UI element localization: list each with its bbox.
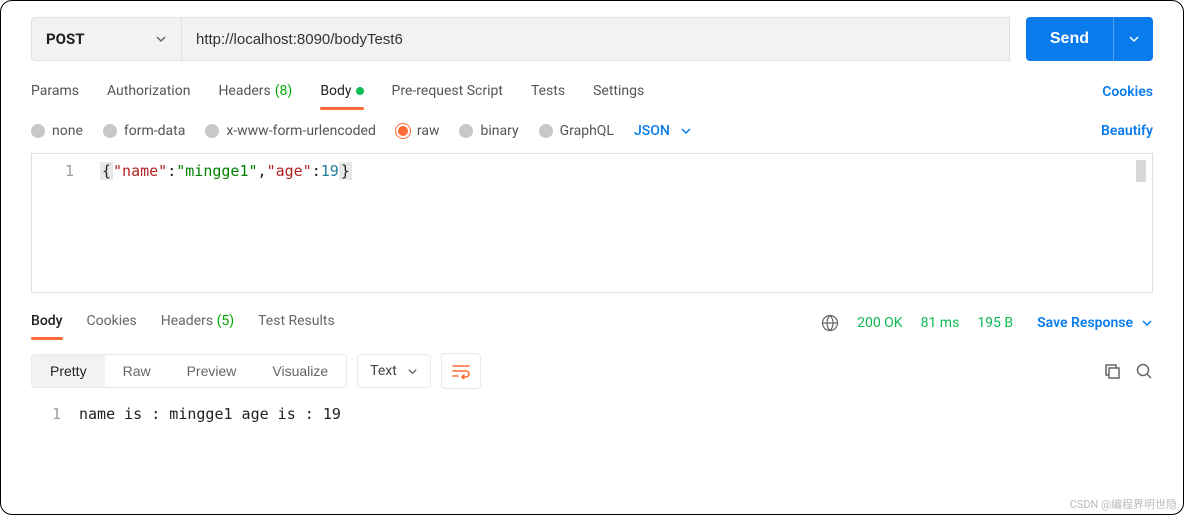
body-type-raw[interactable]: raw [396,123,440,139]
response-headers-count: (5) [217,313,235,329]
response-body-text: name is : mingge1 age is : 19 [79,405,341,423]
response-status: 200 OK [857,315,903,331]
response-view-mode: Pretty Raw Preview Visualize [31,354,347,388]
view-raw[interactable]: Raw [105,355,169,387]
response-time: 81 ms [921,315,960,331]
http-method-select[interactable]: POST [31,17,181,61]
body-type-none[interactable]: none [31,123,83,139]
body-type-binary[interactable]: binary [459,123,518,139]
response-format-select[interactable]: Text [357,354,431,388]
body-format-select[interactable]: JSON [634,123,692,139]
save-response-button[interactable]: Save Response [1037,315,1153,331]
radio-icon [459,124,473,138]
tab-headers[interactable]: Headers (8) [218,75,292,109]
response-tab-body[interactable]: Body [31,307,63,339]
view-preview[interactable]: Preview [169,355,255,387]
request-body-editor[interactable]: 1 {"name":"mingge1","age":19} [31,153,1153,293]
radio-icon [539,124,553,138]
editor-code-line: {"name":"mingge1","age":19} [92,154,360,292]
beautify-button[interactable]: Beautify [1101,123,1153,139]
radio-selected-icon [396,124,410,138]
search-icon[interactable] [1135,362,1153,380]
copy-icon[interactable] [1103,362,1121,380]
editor-scrollbar-indicator [1136,160,1146,182]
body-modified-dot-icon [356,87,364,95]
view-visualize[interactable]: Visualize [254,355,346,387]
view-pretty[interactable]: Pretty [32,355,105,387]
body-type-form-data[interactable]: form-data [103,123,185,139]
send-options-caret[interactable] [1113,17,1153,61]
response-line-number: 1 [31,405,79,423]
radio-icon [31,124,45,138]
tab-settings[interactable]: Settings [593,75,644,109]
radio-icon [103,124,117,138]
response-tab-cookies[interactable]: Cookies [87,307,137,339]
editor-line-number: 1 [32,154,92,292]
body-type-urlencoded[interactable]: x-www-form-urlencoded [205,123,376,139]
globe-icon[interactable] [821,314,839,332]
radio-icon [205,124,219,138]
response-tab-headers[interactable]: Headers (5) [161,307,234,339]
watermark: CSDN @编程界明世隐 [1070,496,1177,512]
cookies-link[interactable]: Cookies [1102,84,1153,100]
chevron-down-icon [1141,317,1153,329]
chevron-down-icon [155,33,167,45]
url-input[interactable] [181,17,1010,61]
tab-tests[interactable]: Tests [531,75,565,109]
response-tab-test-results[interactable]: Test Results [258,307,335,339]
headers-count: (8) [275,83,293,99]
tab-params[interactable]: Params [31,75,79,109]
body-type-graphql[interactable]: GraphQL [539,123,614,139]
response-body: 1 name is : mingge1 age is : 19 [1,399,1183,423]
response-size: 195 B [977,315,1013,331]
tab-body[interactable]: Body [320,75,363,109]
send-button-label: Send [1026,17,1113,61]
tab-prerequest[interactable]: Pre-request Script [392,75,503,109]
send-button[interactable]: Send [1026,17,1153,61]
chevron-down-icon [1128,33,1140,45]
wrap-lines-button[interactable] [441,353,481,389]
wrap-icon [452,363,470,379]
tab-authorization[interactable]: Authorization [107,75,190,109]
chevron-down-icon [407,366,418,377]
http-method-value: POST [46,30,85,48]
chevron-down-icon [680,125,692,137]
